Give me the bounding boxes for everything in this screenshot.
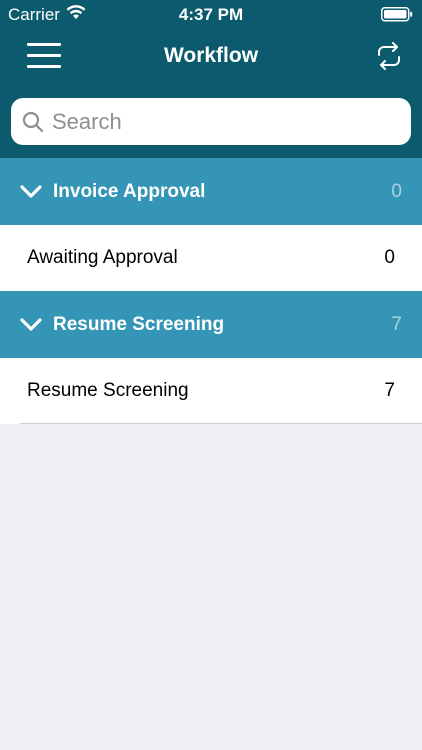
search-input[interactable]: [52, 108, 392, 135]
section-header-resume-screening[interactable]: Resume Screening 7: [0, 291, 422, 358]
section-count: 0: [391, 180, 402, 202]
list-item-count: 7: [384, 380, 395, 401]
section-header-invoice-approval[interactable]: Invoice Approval 0: [0, 158, 422, 225]
list-item-resume-screening[interactable]: Resume Screening 7: [0, 358, 422, 424]
section-title: Invoice Approval: [53, 180, 206, 202]
header-area: Carrier 4:37 PM Workflow: [0, 0, 422, 158]
list-item-awaiting-approval[interactable]: Awaiting Approval 0: [0, 225, 422, 291]
section-title: Resume Screening: [53, 313, 225, 335]
status-bar: Carrier 4:37 PM: [0, 0, 422, 30]
search-icon: [22, 111, 44, 132]
chevron-down-icon: [20, 317, 42, 331]
navigation-bar: Workflow: [0, 30, 422, 86]
search-bar[interactable]: [11, 98, 411, 145]
refresh-icon: [378, 42, 400, 70]
list-item-label: Resume Screening: [27, 380, 189, 401]
chevron-down-icon: [20, 184, 42, 198]
workflow-list: Invoice Approval 0 Awaiting Approval 0 R…: [0, 158, 422, 424]
list-item-label: Awaiting Approval: [27, 247, 178, 268]
battery-icon: [381, 7, 413, 27]
page-title: Workflow: [163, 44, 259, 67]
status-time: 4:37 PM: [178, 5, 244, 24]
list-item-count: 0: [384, 247, 395, 268]
section-count: 7: [391, 313, 402, 335]
refresh-button[interactable]: [376, 42, 402, 70]
